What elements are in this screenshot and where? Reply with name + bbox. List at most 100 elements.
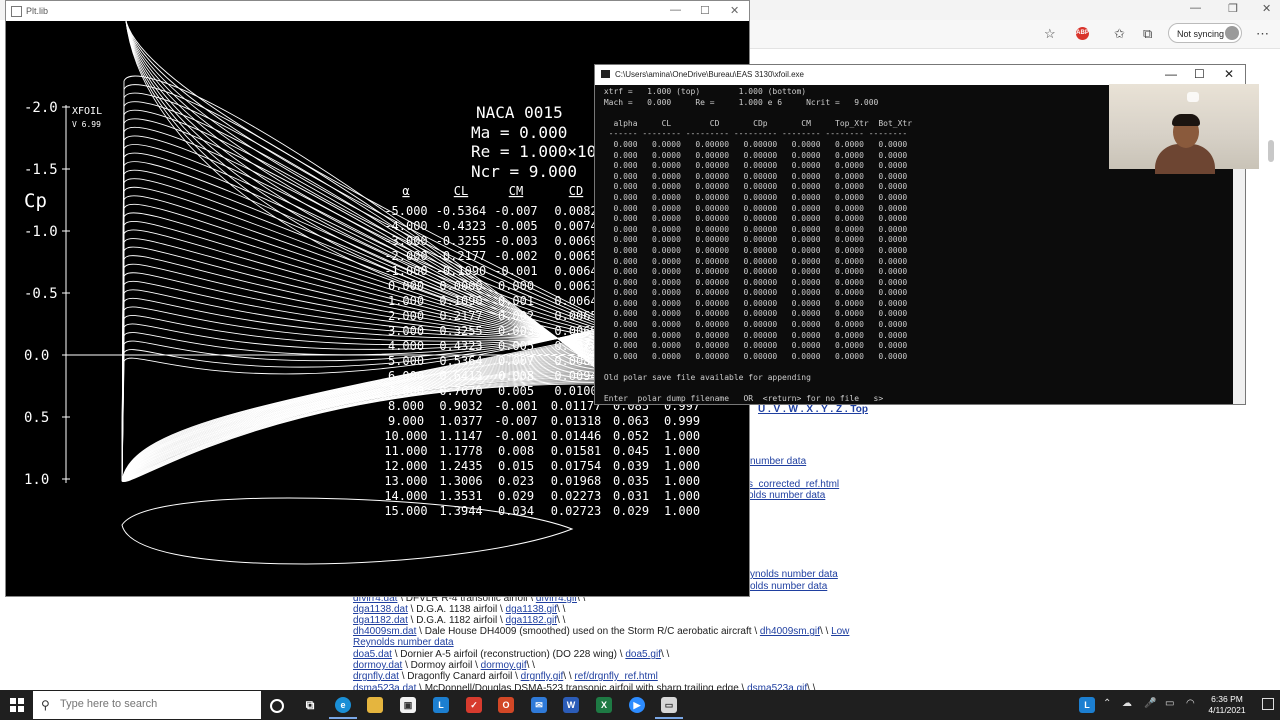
app-l-icon[interactable]: L [433, 697, 449, 713]
minimize-icon[interactable]: — [670, 4, 681, 16]
edge-icon[interactable]: e [335, 697, 351, 713]
y-tick-label: -1.0 [24, 224, 58, 240]
table-cell: 12.000 [384, 459, 427, 473]
adblock-icon[interactable]: ABP [1076, 27, 1089, 40]
entry-description: \ Dornier A-5 airfoil (reconstruction) (… [391, 649, 626, 660]
list-item[interactable]: dga1138.dat \ D.G.A. 1138 airfoil \ dga1… [353, 604, 565, 615]
console-line: 0.000 0.0000 0.00000 0.00000 0.0000 0.00… [599, 330, 908, 340]
table-cell: -4.000 [384, 219, 427, 233]
reference-link[interactable]: ref/drgnfly_ref.html [574, 671, 657, 682]
list-item[interactable]: olds number data [748, 490, 825, 501]
table-cell: 1.000 [388, 294, 424, 308]
file-explorer-icon[interactable] [367, 697, 383, 713]
link[interactable]: ynolds number data [750, 569, 838, 580]
link[interactable]: olds number data [750, 581, 827, 592]
word-icon[interactable]: W [563, 697, 579, 713]
maximize-icon[interactable]: ☐ [1194, 67, 1205, 81]
browser-restore-icon[interactable]: ❐ [1228, 2, 1238, 15]
dat-file-link[interactable]: doa5.dat [353, 649, 392, 660]
gif-file-link[interactable]: dormoy.gif [481, 660, 527, 671]
microphone-icon[interactable]: 🎤 [1144, 698, 1156, 709]
index-letters[interactable]: U . V . W . X . Y . Z . Top [758, 404, 868, 415]
link[interactable]: s_corrected_ref.html [748, 479, 839, 490]
table-cell: -0.3255 [436, 234, 487, 248]
tray-l-icon[interactable]: L [1079, 697, 1095, 713]
gif-file-link[interactable]: drgnfly.gif [521, 671, 564, 682]
search-input[interactable] [58, 697, 252, 711]
list-item[interactable]: dormoy.dat \ Dormoy airfoil \ dormoy.gif… [353, 660, 535, 671]
gif-file-link[interactable]: dh4009sm.gif [760, 626, 820, 637]
clock[interactable]: 6:36 PM 4/11/2021 [1200, 694, 1254, 716]
table-cell: 0.01581 [551, 444, 602, 458]
table-cell: 0.0064 [554, 294, 597, 308]
dat-file-link[interactable]: dga1138.dat [353, 604, 408, 615]
zoom-icon[interactable]: ▶ [629, 697, 645, 713]
dat-file-link[interactable]: dormoy.dat [353, 660, 402, 671]
favorites-list-icon[interactable]: ✩ [1114, 26, 1125, 42]
table-cell: 1.1778 [439, 444, 482, 458]
browser-menu-icon[interactable]: ⋯ [1256, 26, 1269, 42]
mail-icon[interactable]: ✉ [531, 697, 547, 713]
list-item[interactable]: ynolds number data [750, 569, 838, 580]
favorite-icon[interactable]: ☆ [1044, 26, 1056, 42]
list-item[interactable]: dh4009sm.dat \ Dale House DH4009 (smooth… [353, 626, 849, 637]
table-cell: 1.000 [664, 504, 700, 518]
browser-minimize-icon[interactable]: — [1190, 2, 1201, 14]
active-indicator [655, 717, 683, 719]
gif-file-link[interactable]: dga1138.gif [506, 604, 558, 615]
reference-link[interactable]: Low [831, 626, 849, 637]
app-red-icon[interactable]: ✓ [466, 697, 482, 713]
entry-separator: \ \ [526, 660, 535, 671]
store-icon[interactable]: ▣ [400, 697, 416, 713]
profile-sync-button[interactable]: Not syncing [1168, 23, 1242, 43]
table-cell: 0.000 [388, 279, 424, 293]
airfoil-name: NACA 0015 [476, 103, 563, 122]
low-reynolds-link[interactable]: Reynolds number data [353, 637, 454, 648]
table-cell: 0.015 [498, 459, 534, 473]
dat-file-link[interactable]: dh4009sm.dat [353, 626, 416, 637]
cortana-icon[interactable] [270, 699, 284, 713]
notification-icon[interactable] [1262, 698, 1274, 710]
gif-file-link[interactable]: doa5.gif [625, 649, 661, 660]
maximize-icon[interactable]: ☐ [700, 4, 710, 17]
wifi-icon[interactable]: ◠ [1186, 698, 1195, 709]
dat-file-link[interactable]: dga1182.dat [353, 615, 408, 626]
battery-icon[interactable]: ▭ [1165, 698, 1174, 709]
link[interactable]: number data [750, 456, 806, 467]
list-item[interactable]: number data [750, 456, 806, 467]
list-item[interactable]: doa5.dat \ Dornier A-5 airfoil (reconstr… [353, 649, 669, 660]
close-icon[interactable]: ✕ [1224, 67, 1234, 81]
dat-file-link[interactable]: drgnfly.dat [353, 671, 399, 682]
y-tick-label: 0.5 [24, 410, 49, 426]
office-icon[interactable]: O [498, 697, 514, 713]
console-line: 0.000 0.0000 0.00000 0.00000 0.0000 0.00… [599, 277, 908, 287]
table-cell: 0.0065 [554, 309, 597, 323]
entry-description: \ Dale House DH4009 (smoothed) used on t… [416, 626, 760, 637]
xfoil-taskbar-icon[interactable]: ▭ [661, 697, 677, 713]
list-item[interactable]: s_corrected_ref.html [748, 479, 839, 490]
browser-close-icon[interactable]: ✕ [1262, 2, 1271, 15]
index-letters-link[interactable]: U . V . W . X . Y . Z . Top [758, 404, 868, 415]
link[interactable]: olds number data [748, 490, 825, 501]
list-item[interactable]: drgnfly.dat \ Dragonfly Canard airfoil \… [353, 671, 658, 682]
pltlib-title-bar: Plt.lib — ☐ ✕ [6, 1, 749, 21]
table-cell: 0.029 [498, 489, 534, 503]
gif-file-link[interactable]: dga1182.gif [506, 615, 558, 626]
table-cell: 0.002 [498, 309, 534, 323]
taskbar-search[interactable]: ⚲ [33, 691, 261, 719]
table-cell: 4.000 [388, 339, 424, 353]
sync-status-label: Not syncing [1177, 29, 1225, 39]
list-item[interactable]: Reynolds number data [353, 637, 454, 648]
close-icon[interactable]: ✕ [730, 4, 739, 17]
minimize-icon[interactable]: — [1165, 67, 1177, 81]
list-item[interactable]: olds number data [750, 581, 827, 592]
onedrive-icon[interactable]: ☁ [1122, 698, 1132, 709]
excel-icon[interactable]: X [596, 697, 612, 713]
task-view-icon[interactable]: ⧉ [302, 697, 318, 713]
list-item[interactable]: dga1182.dat \ D.G.A. 1182 airfoil \ dga1… [353, 615, 565, 626]
windows-start-icon[interactable] [10, 698, 24, 712]
collections-icon[interactable]: ⧉ [1143, 26, 1152, 42]
chevron-up-icon[interactable]: ⌃ [1103, 698, 1111, 709]
webcam-overlay [1109, 84, 1259, 174]
page-scrollbar[interactable] [1268, 140, 1274, 162]
